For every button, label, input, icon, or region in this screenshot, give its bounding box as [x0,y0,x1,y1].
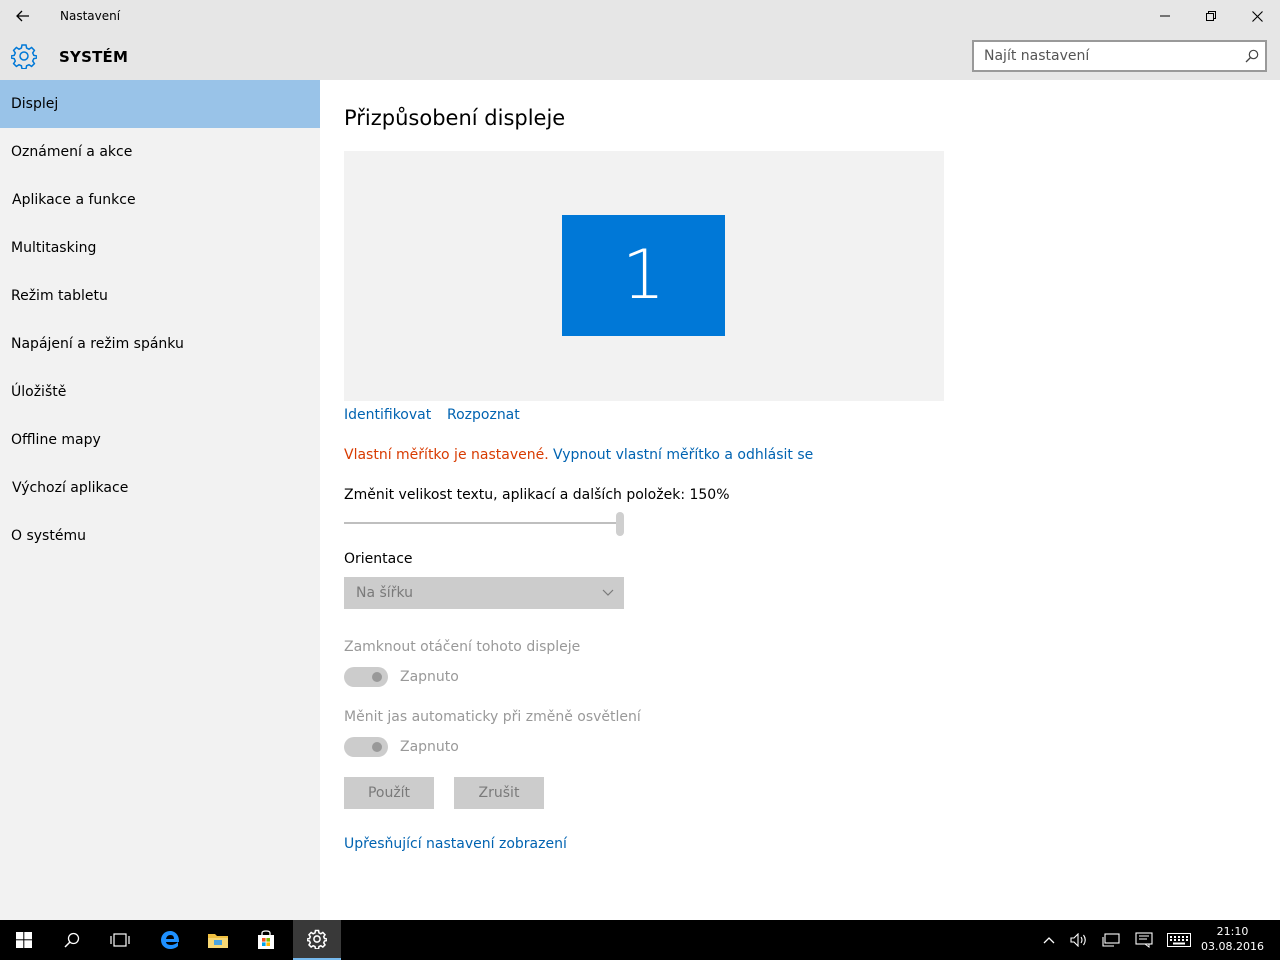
rotation-lock-label: Zamknout otáčení tohoto displeje [344,639,581,655]
search-icon [64,932,80,948]
search-input[interactable] [974,42,1265,70]
auto-brightness-label: Měnit jas automaticky při změně osvětlen… [344,709,641,725]
speaker-icon [1070,933,1086,947]
gear-icon [11,44,37,69]
orientation-label: Orientace [344,551,413,567]
volume-button[interactable] [1066,920,1092,960]
sidebar-item-multitasking[interactable]: Multitasking [0,224,320,272]
keyboard-icon [1167,933,1191,947]
taskbar: 21:10 03.08.2016 [0,920,1280,960]
title-bar: Nastavení [0,0,1280,32]
taskbar-search-button[interactable] [48,920,96,960]
auto-brightness-toggle[interactable] [344,737,388,757]
windows-logo-icon [16,932,32,948]
notification-icon [1135,932,1153,948]
settings-header: SYSTÉM [0,32,1280,80]
task-view-button[interactable] [96,920,144,960]
minimize-icon [1160,15,1170,17]
restore-icon [1206,11,1216,21]
network-icon [1102,933,1120,947]
advanced-display-settings-link[interactable]: Upřesňující nastavení zobrazení [344,836,567,852]
main-content: Přizpůsobení displeje 1 Identifikovat Ro… [320,80,1280,920]
clock-date: 03.08.2016 [1201,940,1264,953]
taskbar-clock[interactable]: 21:10 03.08.2016 [1201,924,1264,954]
scale-slider-thumb[interactable] [616,512,624,536]
sidebar-item-o-systemu[interactable]: O systému [0,512,320,560]
minimize-button[interactable] [1142,0,1188,32]
rotation-lock-state: Zapnuto [400,669,459,685]
gear-icon [307,929,327,949]
disable-custom-scale-link[interactable]: Vypnout vlastní měřítko a odhlásit se [553,447,813,463]
sidebar-item-napajeni[interactable]: Napájení a režim spánku [0,320,320,368]
taskbar-explorer-button[interactable] [194,920,242,960]
show-hidden-icons-button[interactable] [1038,920,1060,960]
task-view-icon [110,933,130,947]
close-icon [1251,10,1263,22]
chevron-up-icon [1043,937,1055,944]
rotation-lock-toggle[interactable] [344,667,388,687]
sidebar-item-displej[interactable]: Displej [0,80,320,128]
custom-scale-warning: Vlastní měřítko je nastavené. [344,447,549,463]
page-title: Přizpůsobení displeje [344,106,566,130]
sidebar-item-oznameni[interactable]: Oznámení a akce [0,128,320,176]
back-button[interactable] [8,2,38,30]
sidebar-item-offline-mapy[interactable]: Offline mapy [0,416,320,464]
clock-time: 21:10 [1216,925,1249,938]
monitor-tile[interactable]: 1 [562,215,725,336]
display-preview: 1 [344,151,944,401]
window-title: Nastavení [60,9,121,23]
edge-icon [161,931,180,949]
cancel-button[interactable]: Zrušit [454,777,544,809]
auto-brightness-state: Zapnuto [400,739,459,755]
taskbar-edge-button[interactable] [146,920,194,960]
close-button[interactable] [1234,0,1280,32]
taskbar-store-button[interactable] [242,920,290,960]
sidebar-item-vychozi-aplikace[interactable]: Výchozí aplikace [0,464,320,512]
search-box[interactable] [972,40,1267,72]
store-icon [258,930,274,949]
sidebar-item-aplikace[interactable]: Aplikace a funkce [0,176,320,224]
scale-label: Změnit velikost textu, aplikací a dalšíc… [344,487,730,503]
touch-keyboard-button[interactable] [1164,920,1194,960]
sidebar-item-rezim-tabletu[interactable]: Režim tabletu [0,272,320,320]
sidebar-item-uloziste[interactable]: Úložiště [0,368,320,416]
toggle-knob [372,672,382,682]
start-button[interactable] [0,920,48,960]
action-center-button[interactable] [1130,920,1158,960]
sidebar: Displej Oznámení a akce Aplikace a funkc… [0,80,320,920]
orientation-value: Na šířku [356,585,413,601]
detect-link[interactable]: Rozpoznat [447,407,520,423]
back-arrow-icon [16,10,29,22]
toggle-knob [372,742,382,752]
search-icon[interactable] [1245,49,1259,63]
folder-icon [208,934,228,948]
identify-link[interactable]: Identifikovat [344,407,431,423]
taskbar-settings-button[interactable] [293,920,341,960]
apply-button[interactable]: Použít [344,777,434,809]
scale-slider-track[interactable] [344,522,620,524]
chevron-down-icon [602,589,614,596]
monitor-number: 1 [621,236,666,315]
restore-button[interactable] [1188,0,1234,32]
network-button[interactable] [1098,920,1124,960]
section-title: SYSTÉM [59,48,129,66]
orientation-dropdown[interactable]: Na šířku [344,577,624,609]
